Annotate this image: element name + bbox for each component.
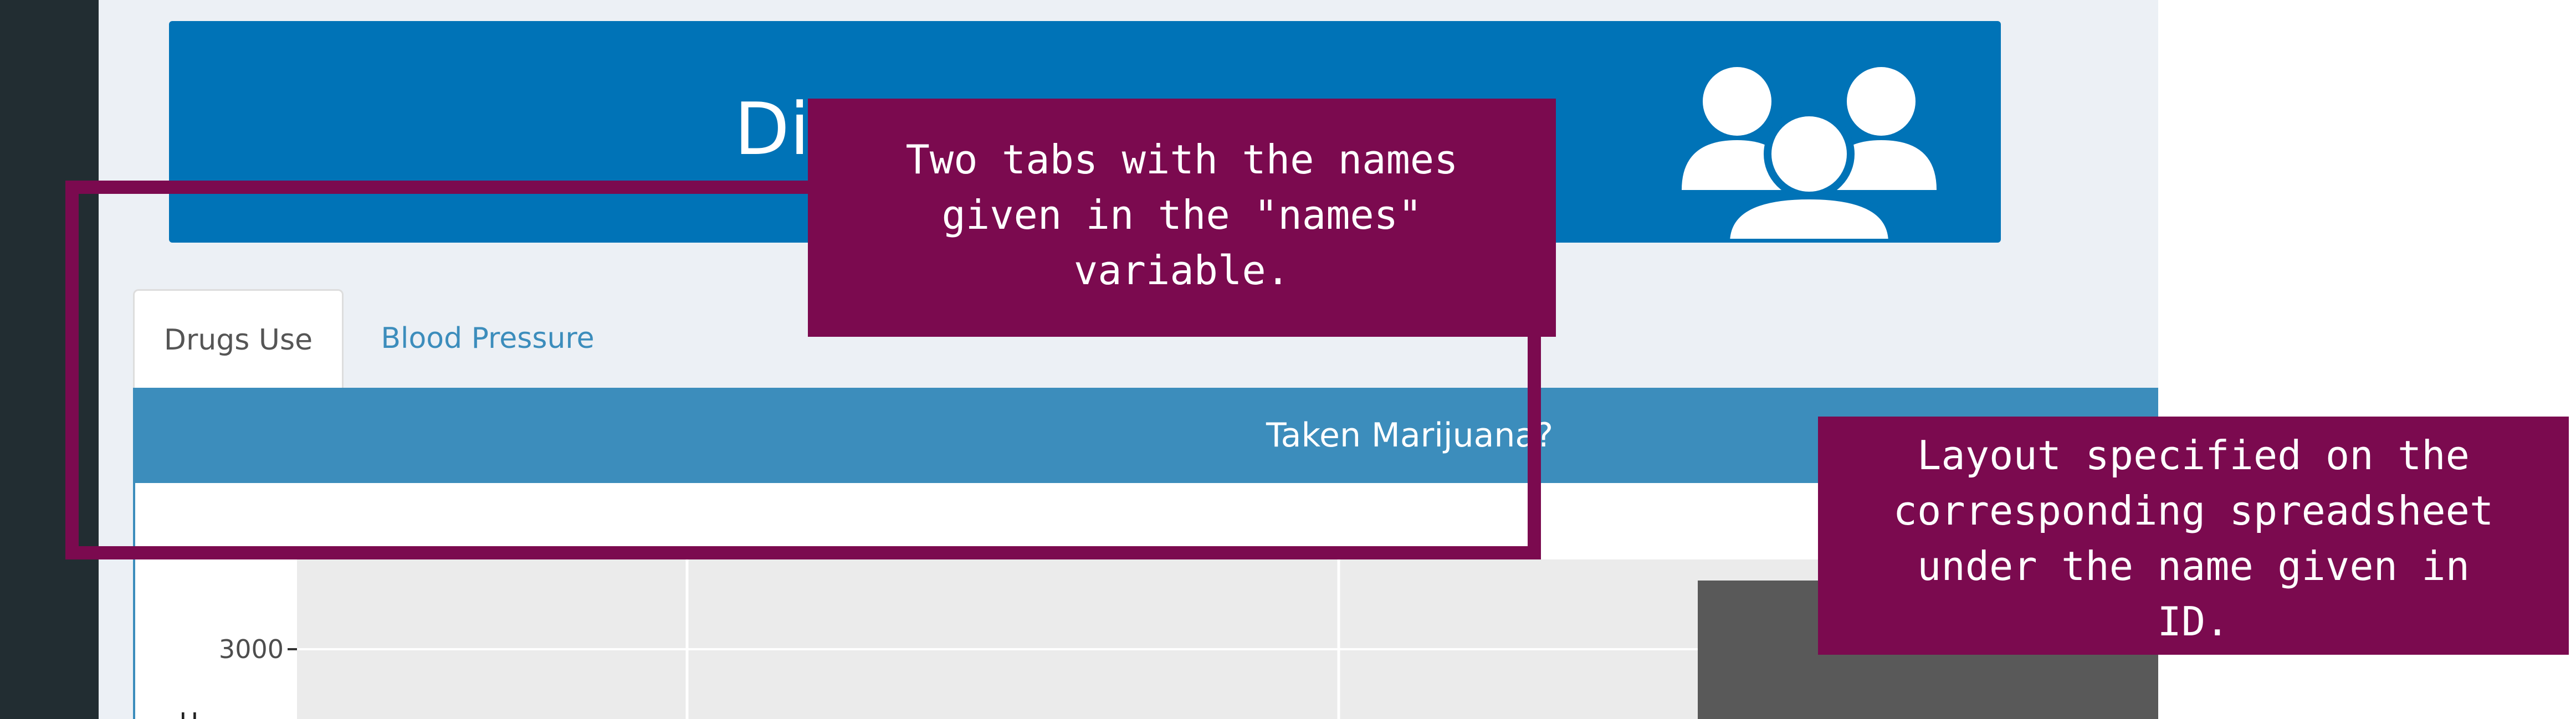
users-group-icon <box>1682 67 1937 243</box>
layout-annotation-callout: Layout specified on the corresponding sp… <box>1818 417 2569 655</box>
y-tick-label: 3000 <box>219 634 284 664</box>
tabs-annotation-callout: Two tabs with the names given in the "na… <box>808 99 1556 337</box>
tab-blood-pressure[interactable]: Blood Pressure <box>355 289 621 388</box>
y-axis-label: U <box>180 707 198 719</box>
sidebar <box>0 0 99 719</box>
tab-drugs-use[interactable]: Drugs Use <box>133 289 344 388</box>
